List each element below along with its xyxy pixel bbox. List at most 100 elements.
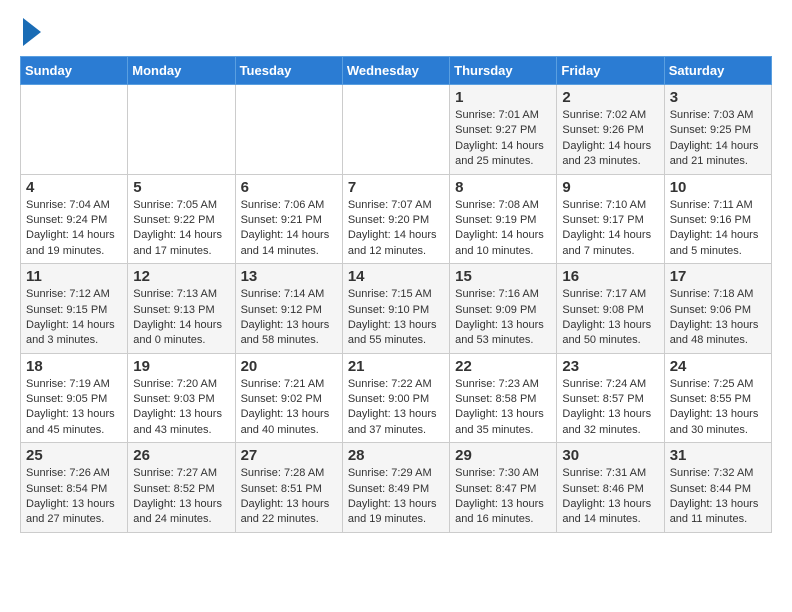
day-number: 19 (133, 358, 229, 375)
day-number: 30 (562, 447, 658, 464)
day-info: Sunrise: 7:02 AMSunset: 9:26 PMDaylight:… (562, 108, 658, 170)
calendar-cell: 8 Sunrise: 7:08 AMSunset: 9:19 PMDaylight… (450, 174, 557, 264)
day-info: Sunrise: 7:27 AMSunset: 8:52 PMDaylight:… (133, 466, 229, 528)
calendar-cell: 12Sunrise: 7:13 AMSunset: 9:13 PMDayligh… (128, 264, 235, 354)
day-info: Sunrise: 7:22 AMSunset: 9:00 PMDaylight:… (348, 377, 444, 439)
day-info: Sunrise: 7:04 AMSunset: 9:24 PMDaylight:… (26, 198, 122, 260)
day-info: Sunrise: 7:12 AMSunset: 9:15 PMDaylight:… (26, 287, 122, 349)
day-number: 16 (562, 268, 658, 285)
day-info: Sunrise: 7:05 AMSunset: 9:22 PMDaylight:… (133, 198, 229, 260)
day-info: Sunrise: 7:23 AMSunset: 8:58 PMDaylight:… (455, 377, 551, 439)
day-info: Sunrise: 7:19 AMSunset: 9:05 PMDaylight:… (26, 377, 122, 439)
day-info: Sunrise: 7:11 AMSunset: 9:16 PMDaylight:… (670, 198, 766, 260)
calendar-cell: 26 Sunrise: 7:27 AMSunset: 8:52 PMDayligh… (128, 443, 235, 533)
day-info: Sunrise: 7:24 AMSunset: 8:57 PMDaylight:… (562, 377, 658, 439)
day-number: 24 (670, 358, 766, 375)
day-info: Sunrise: 7:10 AMSunset: 9:17 PMDaylight:… (562, 198, 658, 260)
calendar-cell: 31Sunrise: 7:32 AMSunset: 8:44 PMDayligh… (664, 443, 771, 533)
day-info: Sunrise: 7:08 AMSunset: 9:19 PMDaylight:… (455, 198, 551, 260)
calendar-cell: 18 Sunrise: 7:19 AMSunset: 9:05 PMDayligh… (21, 353, 128, 443)
day-number: 3 (670, 89, 766, 106)
calendar-cell: 20Sunrise: 7:21 AMSunset: 9:02 PMDayligh… (235, 353, 342, 443)
calendar-cell: 3 Sunrise: 7:03 AMSunset: 9:25 PMDaylight… (664, 85, 771, 175)
day-info: Sunrise: 7:26 AMSunset: 8:54 PMDaylight:… (26, 466, 122, 528)
header-day-monday: Monday (128, 57, 235, 85)
day-number: 8 (455, 179, 551, 196)
day-number: 1 (455, 89, 551, 106)
day-number: 13 (241, 268, 337, 285)
day-info: Sunrise: 7:03 AMSunset: 9:25 PMDaylight:… (670, 108, 766, 170)
day-info: Sunrise: 7:17 AMSunset: 9:08 PMDaylight:… (562, 287, 658, 349)
calendar-table: SundayMondayTuesdayWednesdayThursdayFrid… (20, 56, 772, 533)
header-day-thursday: Thursday (450, 57, 557, 85)
calendar-cell: 19 Sunrise: 7:20 AMSunset: 9:03 PMDayligh… (128, 353, 235, 443)
calendar-cell: 10Sunrise: 7:11 AMSunset: 9:16 PMDayligh… (664, 174, 771, 264)
week-row-5: 25 Sunrise: 7:26 AMSunset: 8:54 PMDayligh… (21, 443, 772, 533)
day-info: Sunrise: 7:30 AMSunset: 8:47 PMDaylight:… (455, 466, 551, 528)
day-number: 31 (670, 447, 766, 464)
header-day-wednesday: Wednesday (342, 57, 449, 85)
calendar-header: SundayMondayTuesdayWednesdayThursdayFrid… (21, 57, 772, 85)
day-info: Sunrise: 7:07 AMSunset: 9:20 PMDaylight:… (348, 198, 444, 260)
day-info: Sunrise: 7:06 AMSunset: 9:21 PMDaylight:… (241, 198, 337, 260)
calendar-cell: 11 Sunrise: 7:12 AMSunset: 9:15 PMDayligh… (21, 264, 128, 354)
day-info: Sunrise: 7:28 AMSunset: 8:51 PMDaylight:… (241, 466, 337, 528)
day-number: 6 (241, 179, 337, 196)
day-number: 2 (562, 89, 658, 106)
week-row-1: 1 Sunrise: 7:01 AMSunset: 9:27 PMDaylight… (21, 85, 772, 175)
calendar-cell: 25 Sunrise: 7:26 AMSunset: 8:54 PMDayligh… (21, 443, 128, 533)
day-info: Sunrise: 7:15 AMSunset: 9:10 PMDaylight:… (348, 287, 444, 349)
calendar-cell: 16 Sunrise: 7:17 AMSunset: 9:08 PMDayligh… (557, 264, 664, 354)
calendar-cell: 6 Sunrise: 7:06 AMSunset: 9:21 PMDaylight… (235, 174, 342, 264)
day-number: 17 (670, 268, 766, 285)
day-number: 15 (455, 268, 551, 285)
day-info: Sunrise: 7:31 AMSunset: 8:46 PMDaylight:… (562, 466, 658, 528)
header-day-tuesday: Tuesday (235, 57, 342, 85)
calendar-cell: 13 Sunrise: 7:14 AMSunset: 9:12 PMDayligh… (235, 264, 342, 354)
week-row-2: 4 Sunrise: 7:04 AMSunset: 9:24 PMDaylight… (21, 174, 772, 264)
header-day-friday: Friday (557, 57, 664, 85)
calendar-cell: 30 Sunrise: 7:31 AMSunset: 8:46 PMDayligh… (557, 443, 664, 533)
day-number: 11 (26, 268, 122, 285)
week-row-4: 18 Sunrise: 7:19 AMSunset: 9:05 PMDayligh… (21, 353, 772, 443)
day-info: Sunrise: 7:18 AMSunset: 9:06 PMDaylight:… (670, 287, 766, 349)
day-number: 28 (348, 447, 444, 464)
day-number: 27 (241, 447, 337, 464)
day-info: Sunrise: 7:25 AMSunset: 8:55 PMDaylight:… (670, 377, 766, 439)
calendar-cell: 29 Sunrise: 7:30 AMSunset: 8:47 PMDayligh… (450, 443, 557, 533)
day-info: Sunrise: 7:29 AMSunset: 8:49 PMDaylight:… (348, 466, 444, 528)
header-day-saturday: Saturday (664, 57, 771, 85)
day-number: 18 (26, 358, 122, 375)
calendar-cell: 28 Sunrise: 7:29 AMSunset: 8:49 PMDayligh… (342, 443, 449, 533)
calendar-cell: 15Sunrise: 7:16 AMSunset: 9:09 PMDayligh… (450, 264, 557, 354)
day-number: 7 (348, 179, 444, 196)
logo (20, 20, 41, 46)
calendar-cell: 21Sunrise: 7:22 AMSunset: 9:00 PMDayligh… (342, 353, 449, 443)
day-number: 4 (26, 179, 122, 196)
header (20, 20, 772, 46)
day-number: 25 (26, 447, 122, 464)
day-info: Sunrise: 7:20 AMSunset: 9:03 PMDaylight:… (133, 377, 229, 439)
calendar-cell: 7 Sunrise: 7:07 AMSunset: 9:20 PMDaylight… (342, 174, 449, 264)
day-info: Sunrise: 7:14 AMSunset: 9:12 PMDaylight:… (241, 287, 337, 349)
calendar-cell (342, 85, 449, 175)
header-row: SundayMondayTuesdayWednesdayThursdayFrid… (21, 57, 772, 85)
calendar-cell: 27 Sunrise: 7:28 AMSunset: 8:51 PMDayligh… (235, 443, 342, 533)
calendar-cell: 2 Sunrise: 7:02 AMSunset: 9:26 PMDaylight… (557, 85, 664, 175)
calendar-cell: 4 Sunrise: 7:04 AMSunset: 9:24 PMDaylight… (21, 174, 128, 264)
day-number: 29 (455, 447, 551, 464)
calendar-cell: 17 Sunrise: 7:18 AMSunset: 9:06 PMDayligh… (664, 264, 771, 354)
page-container: SundayMondayTuesdayWednesdayThursdayFrid… (0, 0, 792, 543)
calendar-cell: 14 Sunrise: 7:15 AMSunset: 9:10 PMDayligh… (342, 264, 449, 354)
day-info: Sunrise: 7:01 AMSunset: 9:27 PMDaylight:… (455, 108, 551, 170)
calendar-cell (128, 85, 235, 175)
day-number: 12 (133, 268, 229, 285)
header-day-sunday: Sunday (21, 57, 128, 85)
day-number: 22 (455, 358, 551, 375)
day-number: 26 (133, 447, 229, 464)
calendar-cell: 24 Sunrise: 7:25 AMSunset: 8:55 PMDayligh… (664, 353, 771, 443)
day-number: 5 (133, 179, 229, 196)
day-number: 14 (348, 268, 444, 285)
calendar-cell: 9Sunrise: 7:10 AMSunset: 9:17 PMDaylight… (557, 174, 664, 264)
day-number: 20 (241, 358, 337, 375)
